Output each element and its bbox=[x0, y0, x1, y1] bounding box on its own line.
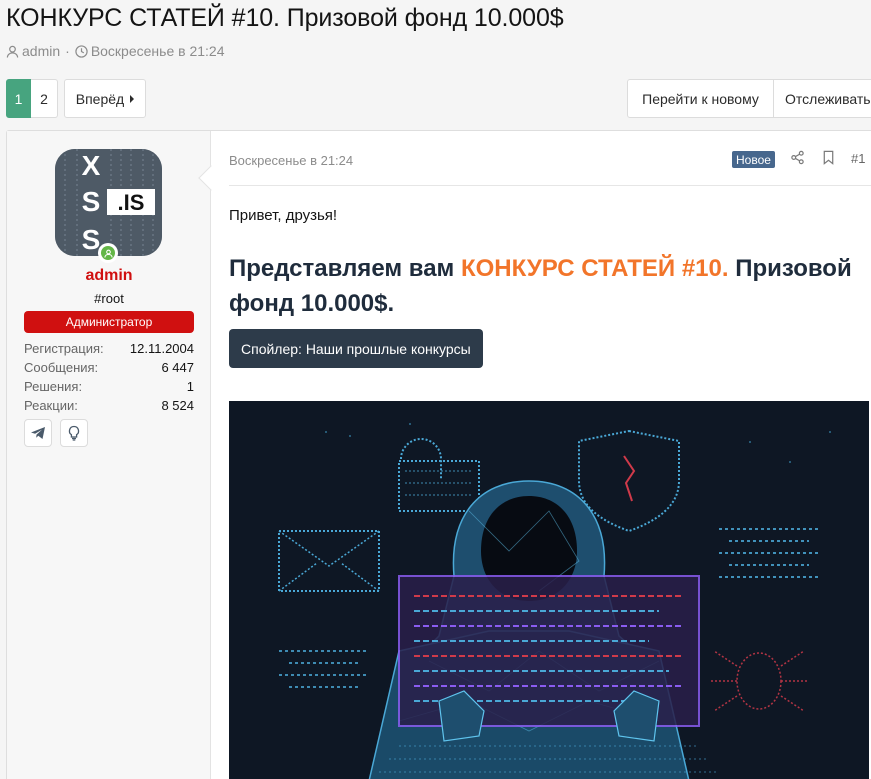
user-sidebar: X S S .IS admin #root Администратор Реги… bbox=[7, 131, 211, 779]
stat-row: Реакции: 8 524 bbox=[24, 396, 194, 415]
stat-label: Сообщения: bbox=[24, 360, 99, 375]
post-date-link[interactable]: Воскресенье в 21:24 bbox=[229, 153, 353, 168]
clock-icon bbox=[75, 44, 88, 58]
spoiler-button[interactable]: Спойлер: Наши прошлые конкурсы bbox=[229, 329, 483, 368]
lightbulb-icon bbox=[68, 425, 80, 441]
user-title: #root bbox=[94, 291, 124, 306]
thread-date-link[interactable]: Воскресенье в 21:24 bbox=[91, 43, 225, 59]
thread-title: КОНКУРС СТАТЕЙ #10. Призовой фонд 10.000… bbox=[6, 4, 564, 32]
post-content: Воскресенье в 21:24 Новое #1 Привет, дру… bbox=[211, 131, 871, 779]
user-icon bbox=[6, 45, 19, 58]
stat-row: Решения: 1 bbox=[24, 377, 194, 396]
online-user-icon bbox=[103, 249, 113, 258]
stat-row: Регистрация: 12.11.2004 bbox=[24, 339, 194, 358]
avatar-image: X S S .IS bbox=[55, 149, 162, 256]
online-indicator bbox=[98, 243, 118, 263]
post-greeting: Привет, друзья! bbox=[229, 207, 338, 224]
hacker-illustration bbox=[229, 401, 869, 779]
headline-pre: Представляем вам bbox=[229, 255, 461, 282]
stat-label: Реакции: bbox=[24, 398, 78, 413]
thread-actions: Перейти к новому Отслеживать bbox=[627, 79, 871, 118]
lightbulb-button[interactable] bbox=[60, 419, 88, 447]
next-page-label: Вперёд bbox=[75, 90, 125, 107]
goto-new-button[interactable]: Перейти к новому bbox=[627, 79, 774, 118]
post-number-link[interactable]: #1 bbox=[851, 151, 865, 166]
stat-label: Регистрация: bbox=[24, 341, 104, 356]
user-stats: Регистрация: 12.11.2004 Сообщения: 6 447 Р… bbox=[24, 339, 194, 415]
hacker-image[interactable] bbox=[229, 401, 869, 779]
stat-value: 12.11.2004 bbox=[129, 341, 194, 356]
thread-author-link[interactable]: admin bbox=[22, 43, 60, 59]
pagination: 1 2 Вперёд bbox=[6, 79, 146, 118]
user-banner: Администратор bbox=[24, 311, 194, 333]
post-header-divider bbox=[229, 185, 871, 186]
avatar[interactable]: X S S .IS bbox=[55, 149, 162, 256]
stat-value: 8 524 bbox=[161, 398, 194, 413]
user-contact-icons bbox=[24, 419, 96, 447]
thread-meta: admin · Воскресенье в 21:24 bbox=[6, 43, 224, 59]
stat-value: 1 bbox=[186, 379, 194, 394]
watch-button[interactable]: Отслеживать bbox=[774, 79, 871, 118]
share-icon[interactable] bbox=[790, 150, 805, 165]
username[interactable]: admin bbox=[7, 267, 211, 285]
headline-highlight: КОНКУРС СТАТЕЙ #10. bbox=[460, 255, 729, 282]
caret-right-icon bbox=[130, 94, 135, 103]
telegram-icon bbox=[31, 427, 45, 439]
meta-separator: · bbox=[65, 43, 70, 59]
post-container: X S S .IS admin #root Администратор Реги… bbox=[6, 130, 871, 779]
avatar-text: .IS bbox=[118, 190, 145, 215]
telegram-button[interactable] bbox=[24, 419, 52, 447]
new-badge: Новое bbox=[732, 151, 775, 168]
svg-text:X: X bbox=[82, 150, 101, 181]
stat-row: Сообщения: 6 447 bbox=[24, 358, 194, 377]
stat-value: 6 447 bbox=[161, 360, 194, 375]
svg-text:S: S bbox=[82, 186, 101, 217]
page-2-button[interactable]: 2 bbox=[31, 79, 58, 118]
post-headline: Представляем вам КОНКУРС СТАТЕЙ #10. При… bbox=[229, 251, 871, 321]
bookmark-icon[interactable] bbox=[821, 150, 836, 165]
page-1-button[interactable]: 1 bbox=[6, 79, 31, 118]
next-page-button[interactable]: Вперёд bbox=[64, 79, 146, 118]
stat-label: Решения: bbox=[24, 379, 83, 394]
